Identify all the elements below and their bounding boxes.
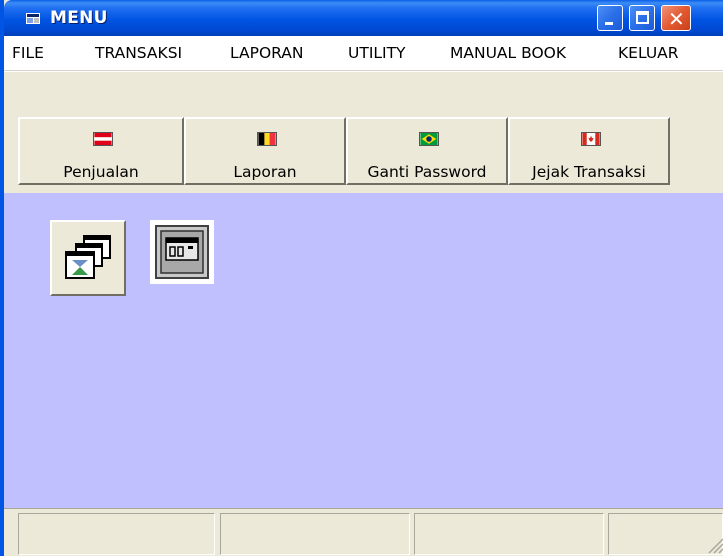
canada-flag-icon (581, 132, 601, 146)
calculator-button[interactable] (150, 220, 214, 284)
window-title: MENU (50, 8, 108, 28)
laporan-button[interactable]: Laporan (184, 117, 346, 185)
menu-utility[interactable]: UTILITY (348, 44, 406, 62)
brazil-flag-icon (419, 132, 439, 146)
maximize-button[interactable] (629, 5, 655, 31)
status-panel-1 (18, 513, 215, 555)
maximize-icon (636, 11, 649, 24)
calculator-icon (155, 225, 209, 279)
jejak-transaksi-label: Jejak Transaksi (532, 163, 646, 181)
status-panel-3 (414, 513, 604, 555)
window-stack-button[interactable] (50, 220, 126, 296)
app-icon (26, 13, 40, 24)
status-panel-2 (220, 513, 410, 555)
toolbar: Penjualan Laporan Ganti Password Jejak T… (4, 71, 723, 194)
laporan-label: Laporan (233, 163, 297, 181)
menu-file[interactable]: FILE (12, 44, 44, 62)
main-window: MENU ✕ FILE TRANSAKSI LAPORAN UTILITY MA… (0, 0, 723, 556)
ganti-password-label: Ganti Password (367, 163, 487, 181)
penjualan-button[interactable]: Penjualan (18, 117, 184, 185)
menu-laporan[interactable]: LAPORAN (230, 44, 303, 62)
status-bar (4, 508, 723, 556)
minimize-button[interactable] (597, 5, 623, 31)
menu-keluar[interactable]: KELUAR (618, 44, 679, 62)
window-stack-icon (65, 235, 111, 279)
penjualan-label: Penjualan (63, 163, 139, 181)
menu-bar: FILE TRANSAKSI LAPORAN UTILITY MANUAL BO… (4, 36, 723, 71)
belgium-flag-icon (257, 132, 277, 146)
workspace-area (4, 193, 723, 508)
menu-transaksi[interactable]: TRANSAKSI (95, 44, 182, 62)
austria-flag-icon (93, 132, 113, 146)
resize-grip-icon[interactable] (703, 533, 723, 555)
jejak-transaksi-button[interactable]: Jejak Transaksi (508, 117, 670, 185)
ganti-password-button[interactable]: Ganti Password (346, 117, 508, 185)
close-icon: ✕ (668, 7, 685, 31)
menu-manual-book[interactable]: MANUAL BOOK (450, 44, 566, 62)
title-bar[interactable]: MENU ✕ (4, 0, 723, 36)
minimize-icon (605, 22, 613, 25)
close-button[interactable]: ✕ (661, 5, 691, 31)
